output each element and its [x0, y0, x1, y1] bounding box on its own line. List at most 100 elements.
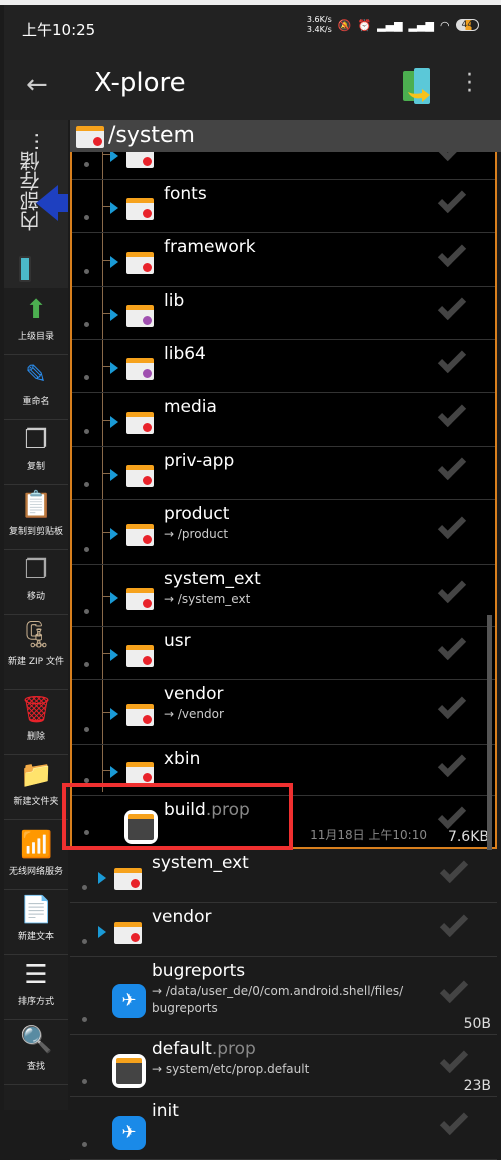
toolbar-trash-button[interactable]: 🗑 删除 — [4, 690, 68, 755]
item-name: framework — [164, 237, 256, 257]
list-item[interactable]: fonts — [72, 180, 495, 233]
check-icon[interactable] — [439, 974, 469, 1003]
speed-up: 3.6K/s — [306, 15, 332, 24]
list-item[interactable]: system_ext → /system_ext — [72, 565, 495, 627]
expand-icon[interactable] — [110, 591, 118, 604]
toolbar-sort-button[interactable]: ☰ 排序方式 — [4, 955, 68, 1020]
check-icon[interactable] — [437, 631, 467, 661]
expand-icon[interactable] — [110, 255, 118, 268]
scrollbar[interactable] — [487, 615, 492, 850]
expand-icon[interactable] — [98, 871, 106, 884]
bullet — [84, 609, 89, 614]
item-name: vendor — [164, 684, 224, 704]
folder-icon — [114, 921, 142, 944]
bullet — [84, 429, 89, 434]
list-item[interactable]: ✈ bugreports → /data/user_de/0/com.android… — [70, 957, 497, 1035]
item-name: xbin — [164, 749, 201, 769]
check-icon[interactable] — [437, 748, 467, 778]
toolbar-zip-button[interactable]: 🗜 新建 ZIP 文件 — [4, 615, 68, 690]
back-arrow-icon[interactable]: ← — [26, 70, 48, 100]
expand-icon[interactable] — [110, 766, 118, 778]
check-icon[interactable] — [439, 854, 469, 883]
active-arrow-icon — [36, 185, 68, 221]
expand-icon[interactable] — [98, 925, 106, 938]
list-item[interactable]: lib — [72, 287, 495, 340]
item-size: 23B — [463, 1078, 491, 1094]
check-icon[interactable] — [437, 152, 467, 161]
toolbar-label: 复制 — [26, 462, 45, 472]
expand-icon[interactable] — [110, 708, 118, 720]
toolbar-new-folder-button[interactable]: 📁 新建文件夹 — [4, 755, 68, 820]
check-icon[interactable] — [439, 1044, 469, 1073]
list-item[interactable]: media — [72, 393, 495, 447]
bullet — [82, 885, 87, 890]
toolbar-label: 新建 ZIP 文件 — [8, 657, 64, 667]
bullet — [84, 269, 89, 274]
check-icon[interactable] — [439, 1106, 469, 1136]
folder-icon — [126, 152, 154, 168]
list-item[interactable]: vendor → /vendor — [72, 680, 495, 745]
item-name: lib — [164, 291, 185, 311]
toolbar-wifi-button[interactable]: 📶 无线网络服务 — [4, 825, 68, 890]
folder-icon — [126, 587, 154, 610]
bullet — [84, 482, 89, 487]
list-item[interactable] — [72, 152, 495, 180]
list-item[interactable]: priv-app — [72, 447, 495, 500]
expand-icon[interactable] — [110, 309, 118, 321]
path-header[interactable]: /system — [70, 120, 501, 152]
list-item[interactable]: vendor — [70, 903, 497, 957]
shared-link-icon: ✈ — [112, 983, 146, 1018]
folder-icon — [126, 465, 154, 487]
check-icon[interactable] — [437, 510, 467, 540]
list-item[interactable]: system_ext — [70, 849, 497, 903]
status-bar: 上午10:25 3.6K/s 3.4K/s 🔕 ⏰ ▂▄▆ ▂▄▆ ◠ 44 — [4, 5, 501, 50]
folder-icon — [126, 645, 154, 667]
expand-icon[interactable] — [110, 202, 118, 214]
check-icon[interactable] — [437, 344, 467, 374]
toolbar-new-text-button[interactable]: 📄 新建文本 — [4, 890, 68, 955]
alarm-icon: ⏰ — [357, 18, 372, 32]
check-icon[interactable] — [437, 398, 467, 427]
list-item[interactable]: default.prop → system/etc/prop.default 23B — [70, 1035, 497, 1097]
item-name: priv-app — [164, 451, 235, 471]
toolbar-label: 新建文件夹 — [13, 797, 59, 807]
bullet — [84, 662, 89, 667]
sort-icon: ☰ — [24, 960, 48, 990]
toolbar-copy-button[interactable]: ❐ 复制 — [4, 420, 68, 485]
zip-icon: 🗜 — [20, 620, 54, 650]
item-size: 7.6KB — [447, 829, 489, 845]
toolbar-search-button[interactable]: 🔍 查找 — [4, 1020, 68, 1085]
list-item[interactable]: framework — [72, 233, 495, 287]
expand-icon[interactable] — [110, 152, 118, 162]
check-icon[interactable] — [437, 690, 467, 720]
check-icon[interactable] — [437, 291, 467, 321]
check-icon[interactable] — [437, 574, 467, 603]
list-item[interactable]: lib64 — [72, 340, 495, 393]
more-options-icon[interactable]: · · · — [466, 65, 473, 103]
list-item[interactable]: product → /product — [72, 500, 495, 565]
bullet — [84, 727, 89, 732]
toolbar-up-arrow-button[interactable]: ⬆ 上级目录 — [4, 290, 68, 355]
check-icon[interactable] — [437, 184, 467, 214]
expand-icon[interactable] — [110, 362, 118, 374]
toolbar-rename-button[interactable]: ✎ 重命名 — [4, 355, 68, 420]
expand-icon[interactable] — [110, 469, 118, 481]
expand-icon[interactable] — [110, 649, 118, 661]
check-icon[interactable] — [437, 451, 467, 481]
toolbar-clipboard-button[interactable]: 📋 复制到剪贴板 — [4, 485, 68, 550]
link-target: → /data/user_de/0/com.android.shell/file… — [152, 984, 404, 1015]
check-icon[interactable] — [439, 908, 469, 937]
check-icon[interactable] — [437, 800, 467, 829]
list-item[interactable]: usr — [72, 627, 495, 680]
expand-icon[interactable] — [110, 415, 118, 428]
item-date: 11月18日 上午10:10 — [310, 828, 427, 842]
swap-panes-icon[interactable] — [402, 68, 436, 106]
expand-icon[interactable] — [110, 528, 118, 540]
folder-icon — [126, 411, 154, 434]
list-item[interactable]: ✈ init — [70, 1097, 497, 1160]
wifi-icon: 📶 — [20, 830, 53, 860]
volume-tab[interactable]: 内部存储... — [4, 120, 68, 288]
toolbar-label: 新建文本 — [17, 932, 54, 942]
toolbar-move-button[interactable]: ❐ 移动 — [4, 550, 68, 615]
check-icon[interactable] — [437, 238, 467, 267]
